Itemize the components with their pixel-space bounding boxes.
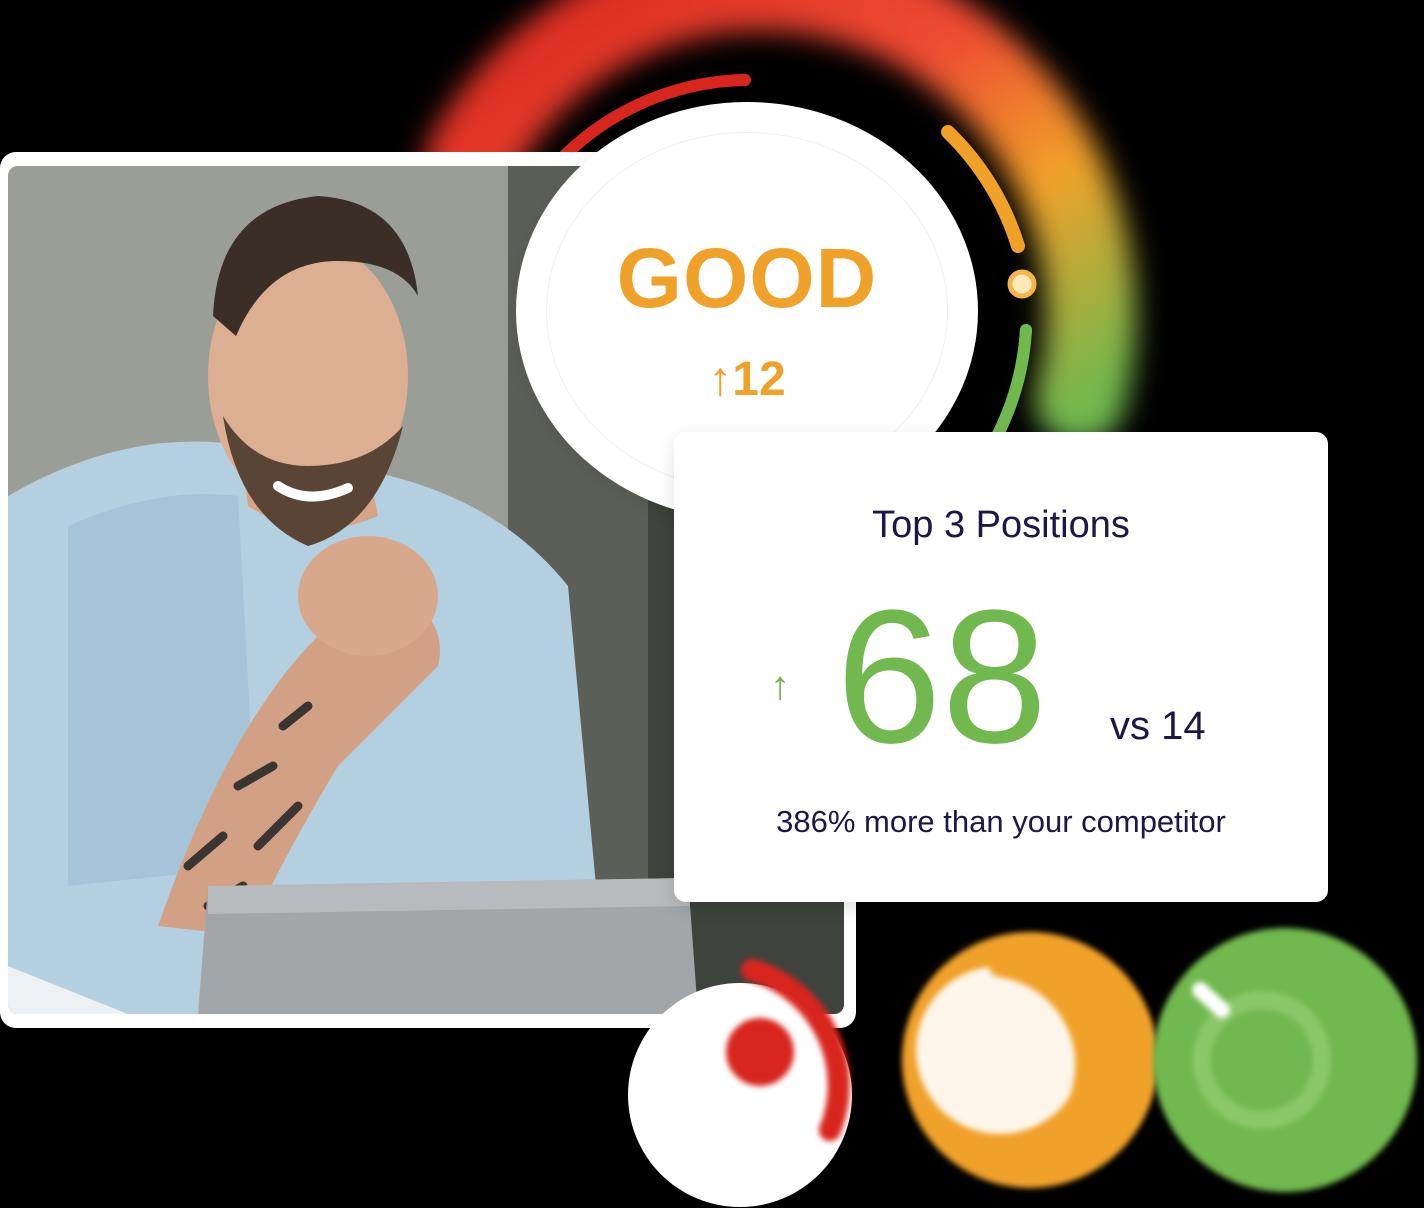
gauge-marker [1007, 269, 1037, 299]
score-rating: GOOD [616, 231, 878, 325]
score-delta: ↑12 [708, 353, 786, 406]
stats-note: 386% more than your competitor [776, 804, 1226, 839]
stats-value: 68 [836, 571, 1048, 783]
arrow-up-icon: ↑ [770, 664, 790, 708]
stats-card: Top 3 Positions ↑ 68 vs 14 386% more tha… [674, 432, 1328, 902]
stats-comparison: vs 14 [1110, 704, 1206, 748]
stats-title: Top 3 Positions [872, 504, 1130, 546]
